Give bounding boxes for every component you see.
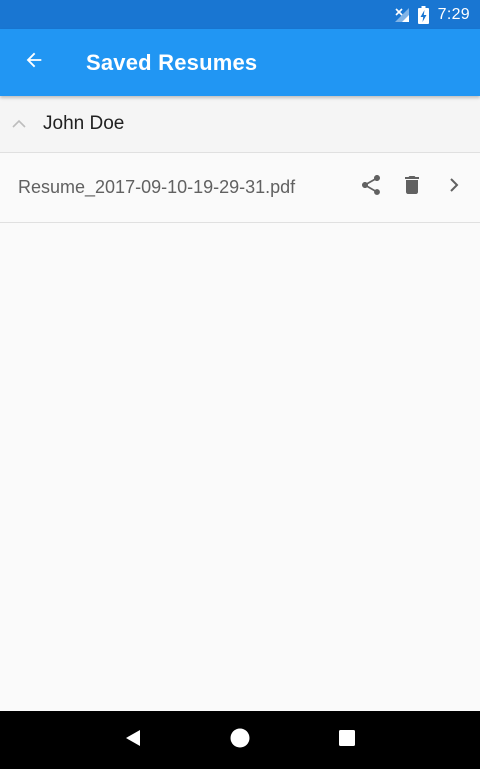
- recents-square-icon: [337, 728, 357, 753]
- nav-recents-button[interactable]: [323, 716, 371, 764]
- home-circle-icon: [229, 727, 251, 754]
- nav-back-button[interactable]: [109, 716, 157, 764]
- navigation-bar: [0, 711, 480, 769]
- battery-charging-icon: [417, 5, 429, 24]
- delete-icon: [400, 173, 424, 202]
- chevron-up-icon: [11, 116, 27, 132]
- share-icon: [359, 173, 383, 202]
- signal-off-icon: [394, 7, 410, 23]
- delete-button[interactable]: [392, 168, 432, 208]
- open-file-button[interactable]: [434, 168, 474, 208]
- share-button[interactable]: [351, 168, 391, 208]
- file-row[interactable]: Resume_2017-09-10-19-29-31.pdf: [0, 153, 480, 223]
- file-name: Resume_2017-09-10-19-29-31.pdf: [18, 177, 296, 197]
- back-triangle-icon: [123, 728, 143, 753]
- screen: 7:29 Saved Resumes John Doe Resume_2017-…: [0, 0, 480, 769]
- back-button[interactable]: [10, 39, 58, 87]
- chevron-right-icon: [444, 175, 464, 200]
- nav-home-button[interactable]: [216, 716, 264, 764]
- group-header-john-doe[interactable]: John Doe: [0, 96, 480, 153]
- group-name: John Doe: [43, 113, 125, 134]
- status-bar: 7:29: [0, 0, 480, 29]
- status-time: 7:29: [437, 5, 470, 23]
- app-bar: Saved Resumes: [0, 29, 480, 96]
- page-title: Saved Resumes: [86, 49, 258, 75]
- arrow-back-icon: [23, 49, 45, 76]
